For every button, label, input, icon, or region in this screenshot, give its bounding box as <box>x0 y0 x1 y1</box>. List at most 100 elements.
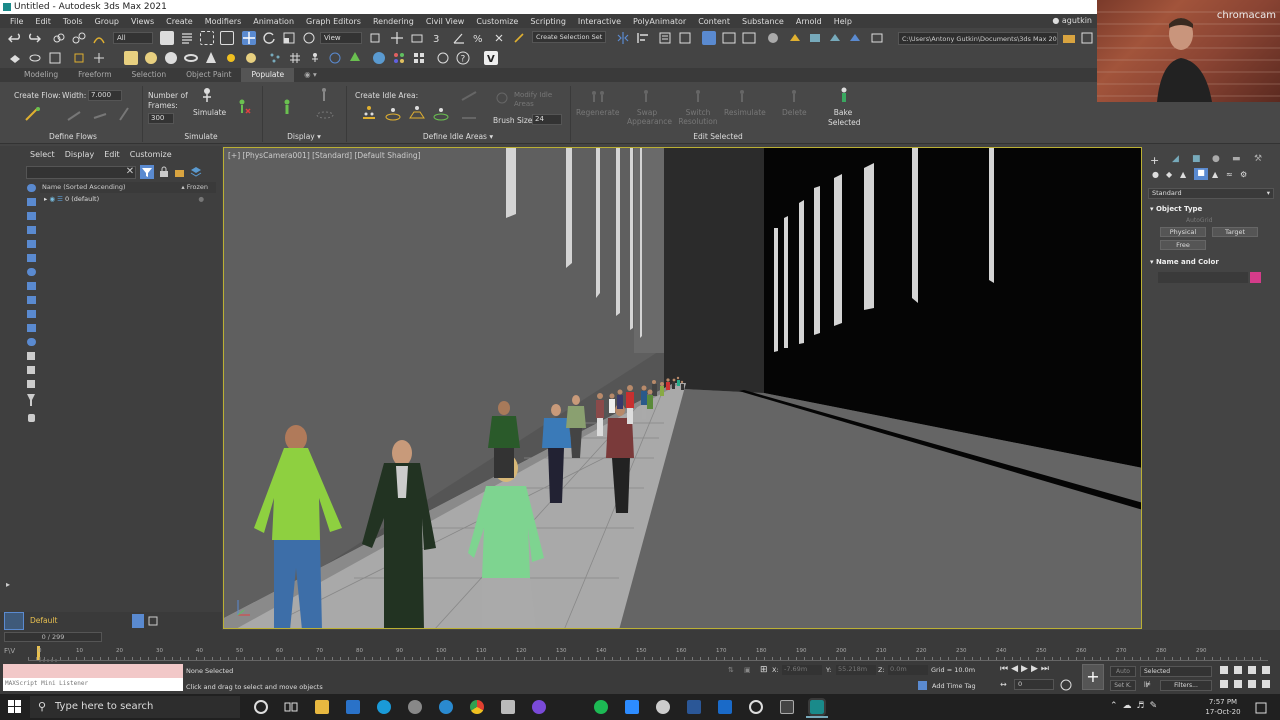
time-config-icon[interactable] <box>1060 679 1072 691</box>
se-menu-display[interactable]: Display <box>65 150 95 159</box>
viewport-layout-icon[interactable] <box>48 51 62 65</box>
set-key-icon[interactable]: + <box>1082 664 1104 690</box>
key-filter-icon[interactable]: ⊯ <box>1144 680 1154 690</box>
lock-icon[interactable] <box>158 166 170 178</box>
time-slider[interactable]: 0 / 299 <box>4 632 102 642</box>
switch-resolution-icon[interactable] <box>690 88 706 104</box>
swap-appearance-icon[interactable] <box>638 88 654 104</box>
idle-area-icon-3[interactable] <box>408 104 425 120</box>
sphere-icon[interactable] <box>144 51 158 65</box>
idle-area-disabled-icon-2[interactable] <box>460 108 476 124</box>
bake-selected-icon[interactable] <box>836 86 852 102</box>
delete-button[interactable]: Delete <box>782 108 807 117</box>
material-editor-icon[interactable] <box>766 31 780 45</box>
spotify-icon[interactable] <box>594 700 608 714</box>
delete-people-disabled-icon[interactable] <box>786 88 802 104</box>
unlink-icon[interactable] <box>72 31 86 45</box>
track-bar[interactable]: 0 10 20 30 40 50 60 70 80 90 100 110 120… <box>28 648 1268 662</box>
torus-icon[interactable] <box>184 51 198 65</box>
toggle-ribbon-icon[interactable] <box>702 31 716 45</box>
column-name[interactable]: Name (Sorted Ascending) <box>42 183 126 191</box>
swap-appearance-button[interactable]: Swap Appearance <box>627 108 672 126</box>
flow-end-icon[interactable] <box>118 106 134 122</box>
network-icon[interactable] <box>436 51 450 65</box>
windows-start-icon[interactable] <box>8 700 22 714</box>
scale-icon[interactable] <box>282 31 296 45</box>
systems-category-icon[interactable]: ⚙ <box>1240 170 1247 179</box>
menu-content[interactable]: Content <box>692 17 736 26</box>
go-to-start-icon[interactable]: ⏮ <box>1000 664 1011 674</box>
render-cloud-icon[interactable] <box>870 31 884 45</box>
x-coordinate-field[interactable]: -7.69m <box>782 665 822 675</box>
resimulate-button[interactable]: Resimulate <box>724 108 766 117</box>
task-view-icon[interactable] <box>284 700 298 714</box>
helper-icon[interactable] <box>328 51 342 65</box>
object-type-rollout[interactable]: ▾ Object Type <box>1150 205 1274 213</box>
display-ellipse-icon[interactable] <box>316 110 334 126</box>
delete-people-icon[interactable] <box>234 98 251 114</box>
redo-icon[interactable] <box>27 31 41 45</box>
display-people-icon[interactable] <box>278 98 294 114</box>
menu-arnold[interactable]: Arnold <box>790 17 828 26</box>
tab-modeling[interactable]: Modeling <box>14 68 68 82</box>
free-camera-button[interactable]: Free <box>1160 240 1206 250</box>
menu-help[interactable]: Help <box>828 17 858 26</box>
display-tab-icon[interactable]: ▬ <box>1232 154 1241 164</box>
menu-tools[interactable]: Tools <box>57 17 89 26</box>
link-icon[interactable] <box>52 31 66 45</box>
current-frame-field[interactable]: 0 <box>1014 679 1054 690</box>
brush-size-field[interactable]: 24 <box>532 114 562 125</box>
key-mode-icon[interactable]: ↔ <box>1000 680 1010 690</box>
sets-icon[interactable] <box>92 51 106 65</box>
maxscript-input[interactable]: MAXScript Mini Listener <box>3 678 183 691</box>
space-warps-category-icon[interactable]: ≈ <box>1226 170 1233 179</box>
perspective-viewport[interactable]: [+] [PhysCamera001] [Standard] [Default … <box>223 147 1142 629</box>
project-folder-path[interactable]: C:\Users\Antony Gutkin\Documents\3ds Max… <box>898 32 1058 45</box>
clock[interactable]: 7:57 PM 17-Oct-20 <box>1200 697 1246 719</box>
user-account[interactable]: ● agutkin <box>1052 14 1092 28</box>
place-icon[interactable] <box>302 31 316 45</box>
volume-icon[interactable]: ♬ <box>1137 701 1150 711</box>
column-frozen[interactable]: ▴ Frozen <box>181 182 208 193</box>
scene-explorer-search-input[interactable] <box>26 166 136 179</box>
menu-customize[interactable]: Customize <box>470 17 524 26</box>
select-manipulate-icon[interactable] <box>390 31 404 45</box>
render-setup-icon[interactable] <box>788 31 802 45</box>
messenger-icon[interactable] <box>532 700 546 714</box>
simulate-button[interactable]: Simulate <box>193 108 226 117</box>
create-tab-icon[interactable]: + <box>1150 154 1159 167</box>
rectangular-selection-icon[interactable] <box>200 31 214 45</box>
expand-arrow-icon[interactable]: ▸ <box>44 195 47 203</box>
menu-rendering[interactable]: Rendering <box>367 17 420 26</box>
set-key-button[interactable]: Set K. <box>1110 680 1136 691</box>
mail-icon[interactable] <box>346 700 360 714</box>
idle-area-icon-2[interactable] <box>384 104 401 121</box>
layer-row[interactable]: ▸ ◉ ☰ 0 (default) ● <box>40 194 216 204</box>
toggle-layer-explorer-icon[interactable] <box>678 31 692 45</box>
align-icon[interactable] <box>636 31 650 45</box>
angle-snap-icon[interactable] <box>452 31 466 45</box>
outlook-icon[interactable] <box>718 700 732 714</box>
physical-camera-button[interactable]: Physical <box>1160 227 1206 237</box>
new-layer-icon[interactable] <box>174 166 186 178</box>
lights-category-icon[interactable]: ▲ <box>1180 170 1186 179</box>
y-coordinate-field[interactable]: 55.218m <box>836 665 876 675</box>
geosphere-icon[interactable] <box>164 51 178 65</box>
taskbar-search-input[interactable]: ⚲ Type here to search <box>30 696 240 718</box>
next-frame-icon[interactable]: ▶ <box>1031 664 1041 674</box>
key-filter-selected-dropdown[interactable]: Selected <box>1140 666 1212 677</box>
cmd-icon[interactable] <box>72 51 86 65</box>
keyboard-shortcut-icon[interactable] <box>410 31 424 45</box>
tab-freeform[interactable]: Freeform <box>68 68 121 82</box>
layer-list-icon[interactable] <box>148 615 158 627</box>
rotate-icon[interactable] <box>262 31 276 45</box>
menu-modifiers[interactable]: Modifiers <box>199 17 248 26</box>
se-menu-customize[interactable]: Customize <box>130 150 172 159</box>
cameras-category-icon[interactable]: ■ <box>1194 168 1208 180</box>
pivot-icon[interactable] <box>368 31 382 45</box>
chrome-icon[interactable] <box>470 700 484 714</box>
frames-field[interactable]: 300 <box>148 113 174 124</box>
resimulate-icon[interactable] <box>734 88 750 104</box>
toggle-scene-explorer-icon[interactable] <box>658 31 672 45</box>
object-color-swatch[interactable] <box>1250 272 1261 283</box>
